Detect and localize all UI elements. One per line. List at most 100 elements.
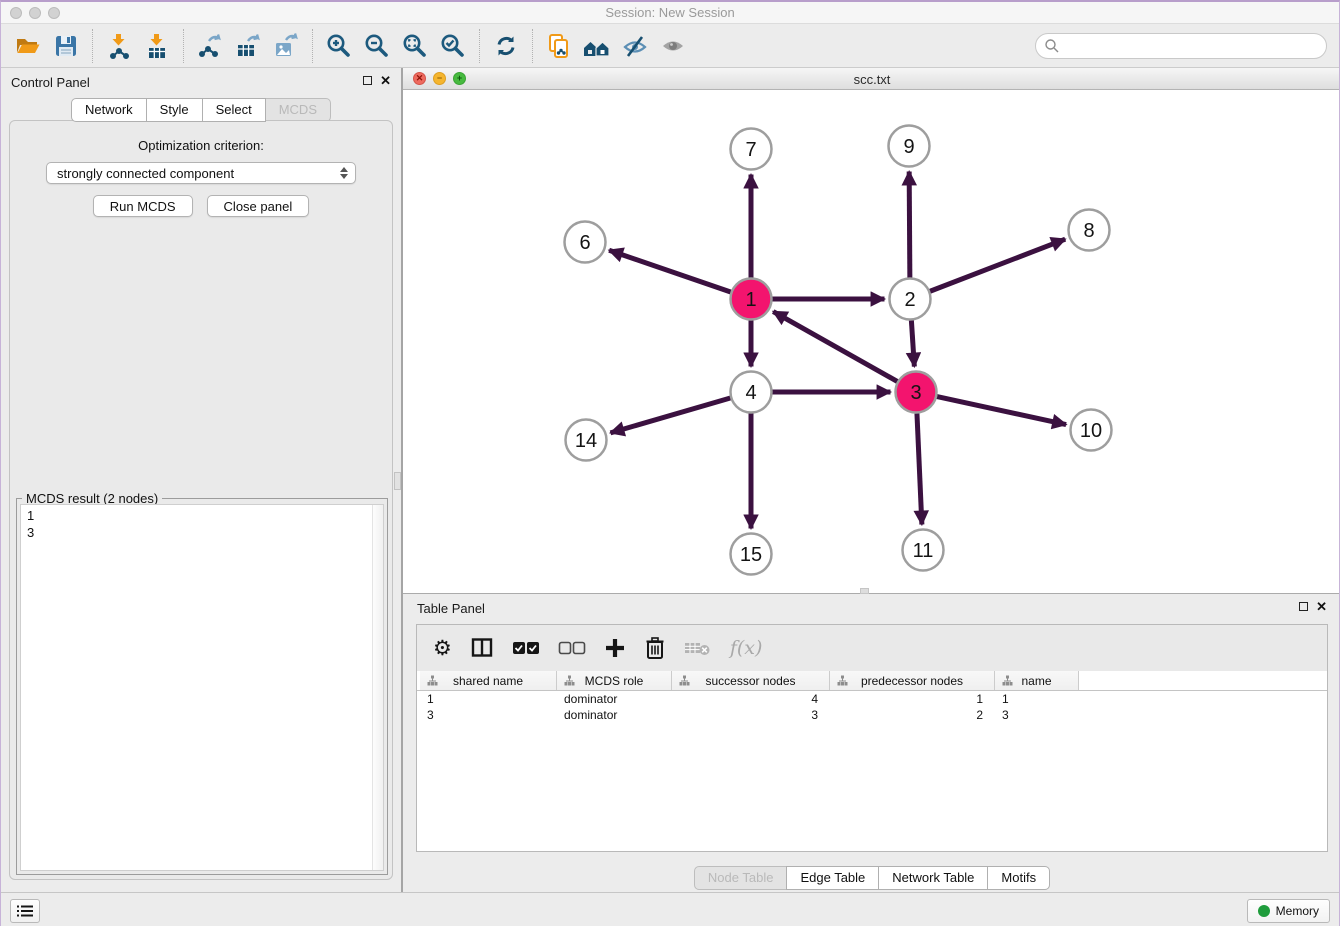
delete-table-icon bbox=[684, 639, 712, 657]
tree-hierarchy-icon bbox=[1002, 675, 1013, 686]
zoom-in-button[interactable] bbox=[320, 29, 358, 63]
table-tab-motifs[interactable]: Motifs bbox=[987, 866, 1050, 890]
graph-node-10[interactable]: 10 bbox=[1071, 410, 1112, 451]
search-box[interactable] bbox=[1035, 33, 1327, 59]
table-cell[interactable]: 3 bbox=[420, 707, 557, 723]
zoom-selected-button[interactable] bbox=[434, 29, 472, 63]
graph-node-1[interactable]: 1 bbox=[731, 279, 772, 320]
optimization-criterion-select[interactable]: strongly connected component bbox=[46, 162, 356, 184]
deselect-all-button[interactable] bbox=[558, 639, 586, 657]
column-header-shared-name[interactable]: shared name bbox=[420, 671, 557, 690]
import-table-button[interactable] bbox=[138, 29, 176, 63]
graph-node-7[interactable]: 7 bbox=[731, 129, 772, 170]
float-table-panel-icon[interactable] bbox=[1299, 602, 1308, 611]
graph-node-3[interactable]: 3 bbox=[896, 372, 937, 413]
export-network-icon bbox=[196, 32, 224, 60]
import-network-button[interactable] bbox=[100, 29, 138, 63]
graph-node-14[interactable]: 14 bbox=[566, 420, 607, 461]
clone-network-button[interactable] bbox=[540, 29, 578, 63]
graph-node-11[interactable]: 11 bbox=[903, 530, 944, 571]
table-tab-edge-table[interactable]: Edge Table bbox=[786, 866, 879, 890]
add-column-button[interactable] bbox=[604, 637, 626, 659]
close-table-panel-icon[interactable]: ✕ bbox=[1316, 601, 1327, 612]
column-header-label: successor nodes bbox=[705, 674, 795, 688]
delete-table-button[interactable] bbox=[684, 639, 712, 657]
open-session-button[interactable] bbox=[9, 29, 47, 63]
result-scrollbar[interactable] bbox=[372, 505, 383, 870]
memory-button[interactable]: Memory bbox=[1247, 899, 1330, 923]
window-title: Session: New Session bbox=[1, 5, 1339, 20]
app-window: Session: New Session bbox=[0, 0, 1340, 926]
graph-node-15[interactable]: 15 bbox=[731, 534, 772, 575]
close-panel-icon[interactable]: ✕ bbox=[380, 75, 391, 86]
graph-node-6[interactable]: 6 bbox=[565, 222, 606, 263]
table-tab-node-table[interactable]: Node Table bbox=[694, 866, 788, 890]
float-panel-icon[interactable] bbox=[363, 76, 372, 85]
graph-edge-4-14[interactable] bbox=[610, 398, 730, 433]
task-history-button[interactable] bbox=[10, 899, 40, 923]
table-row[interactable]: 3dominator323 bbox=[417, 707, 1327, 723]
graph-node-9[interactable]: 9 bbox=[889, 126, 930, 167]
control-panel: Control Panel ✕ NetworkStyleSelectMCDS O… bbox=[1, 68, 401, 892]
column-header-predecessor-nodes[interactable]: predecessor nodes bbox=[830, 671, 995, 690]
export-network-button[interactable] bbox=[191, 29, 229, 63]
splitter-grip[interactable] bbox=[394, 472, 401, 490]
table-row[interactable]: 1dominator411 bbox=[417, 691, 1327, 707]
svg-text:8: 8 bbox=[1083, 220, 1094, 242]
first-neighbors-button[interactable] bbox=[578, 29, 616, 63]
zoom-out-button[interactable] bbox=[358, 29, 396, 63]
graph-edge-1-6[interactable] bbox=[609, 250, 731, 292]
table-cell[interactable]: dominator bbox=[557, 691, 672, 707]
split-panel-button[interactable] bbox=[470, 637, 494, 659]
column-header-MCDS-role[interactable]: MCDS role bbox=[557, 671, 672, 690]
mcds-result-text[interactable]: 1 3 bbox=[20, 504, 384, 871]
table-settings-button[interactable]: ⚙ bbox=[433, 638, 452, 659]
graph-node-2[interactable]: 2 bbox=[890, 279, 931, 320]
search-input[interactable] bbox=[1060, 36, 1326, 56]
apply-layout-button[interactable] bbox=[487, 29, 525, 63]
mcds-result-lines: 1 3 bbox=[21, 505, 383, 543]
svg-text:2: 2 bbox=[904, 289, 915, 311]
column-header-name[interactable]: name bbox=[995, 671, 1079, 690]
graph-edge-3-1[interactable] bbox=[773, 312, 897, 382]
table-cell[interactable]: 2 bbox=[830, 707, 995, 723]
table-cell[interactable]: 3 bbox=[995, 707, 1079, 723]
tab-network[interactable]: Network bbox=[71, 98, 147, 122]
column-header-label: MCDS role bbox=[585, 674, 644, 688]
eye-icon bbox=[659, 32, 687, 60]
close-panel-button[interactable]: Close panel bbox=[207, 195, 310, 217]
table-cell[interactable]: 3 bbox=[672, 707, 830, 723]
tab-style[interactable]: Style bbox=[146, 98, 203, 122]
hide-selected-button[interactable] bbox=[616, 29, 654, 63]
svg-text:11: 11 bbox=[913, 540, 934, 562]
tab-select[interactable]: Select bbox=[202, 98, 266, 122]
graph-node-4[interactable]: 4 bbox=[731, 372, 772, 413]
graph-edge-2-9[interactable] bbox=[909, 171, 910, 277]
delete-column-button[interactable] bbox=[644, 636, 666, 660]
table-cell[interactable]: 1 bbox=[995, 691, 1079, 707]
zoom-fit-button[interactable] bbox=[396, 29, 434, 63]
run-mcds-button[interactable]: Run MCDS bbox=[93, 195, 193, 217]
table-tab-network-table[interactable]: Network Table bbox=[878, 866, 988, 890]
export-image-icon bbox=[272, 32, 300, 60]
graph-edge-3-10[interactable] bbox=[937, 397, 1066, 425]
graph-edge-2-8[interactable] bbox=[930, 239, 1065, 291]
graph-node-8[interactable]: 8 bbox=[1069, 210, 1110, 251]
export-table-button[interactable] bbox=[229, 29, 267, 63]
column-header-successor-nodes[interactable]: successor nodes bbox=[672, 671, 830, 690]
show-all-button[interactable] bbox=[654, 29, 692, 63]
table-panel: Table Panel ✕ ⚙ bbox=[403, 594, 1340, 892]
table-cell[interactable]: 1 bbox=[830, 691, 995, 707]
select-all-button[interactable] bbox=[512, 639, 540, 657]
table-cell[interactable]: dominator bbox=[557, 707, 672, 723]
save-session-button[interactable] bbox=[47, 29, 85, 63]
graph-edge-3-11[interactable] bbox=[917, 413, 922, 524]
function-builder-button[interactable]: f(x) bbox=[730, 637, 763, 659]
network-canvas-svg[interactable]: 7 9 6 8 1 2 4 3 14 10 15 11 bbox=[403, 90, 1340, 593]
zoom-selected-icon bbox=[439, 32, 467, 60]
graph-edge-2-3[interactable] bbox=[911, 320, 914, 366]
table-cell[interactable]: 4 bbox=[672, 691, 830, 707]
export-image-button[interactable] bbox=[267, 29, 305, 63]
tab-mcds[interactable]: MCDS bbox=[265, 98, 331, 122]
table-cell[interactable]: 1 bbox=[420, 691, 557, 707]
